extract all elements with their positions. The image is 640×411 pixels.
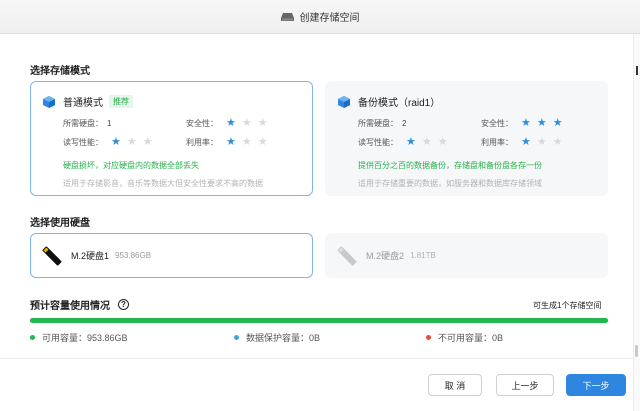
help-icon[interactable]: ? [118,299,129,310]
star-icon: ★ [226,117,236,129]
safety-label: 安全性： [186,119,218,128]
star-icon: ★ [421,136,432,148]
capacity-title: 预计容量使用情况 ? [30,297,129,312]
safety-rating: 安全性： ★ ★ ★ [186,118,274,129]
util-rating: 利用率： ★ ★ ★ [186,137,274,148]
required-disks-label: 所需硬盘： [358,119,398,128]
capacity-bar [30,318,608,323]
capacity-title-text: 预计容量使用情况 [30,301,110,312]
star-icon: ★ [406,136,416,148]
legend-dot [30,335,35,340]
star-icon: ★ [241,117,252,129]
mode-note: 适用于存储影音，音乐等数据大但安全性要求不高的数据 [63,179,263,188]
disk-option-1[interactable]: M.2硬盘1 953.86GB [30,233,313,278]
star-icon: ★ [536,136,547,148]
legend-dot [234,335,239,340]
disk-size: 953.86GB [115,251,152,260]
star-icon: ★ [257,117,268,129]
cube-icon [338,95,350,108]
drive-icon [280,12,294,22]
mode-title: 普通模式 [63,98,103,109]
rw-rating: 读写性能： ★ ★ ★ [358,137,454,148]
required-disks: 所需硬盘： 1 [63,118,111,129]
safety-rating: 安全性： ★ ★ ★ [481,118,569,129]
required-disks: 所需硬盘： 2 [358,118,406,129]
mode-card-normal[interactable]: 普通模式 推荐 所需硬盘： 1 安全性： ★ ★ ★ 读写性能： ★ ★ ★ 利用率： … [30,81,313,196]
star-icon: ★ [111,136,121,148]
util-label: 利用率： [186,138,218,147]
mode-note: 适用于存储重要的数据，如服务器和数据库存储领域 [358,179,542,188]
mode-highlight: 硬盘损坏，对应硬盘内的数据全部丢失 [63,161,199,170]
rw-stars: ★ ★ ★ [406,137,454,148]
util-rating: 利用率： ★ ★ ★ [481,137,569,148]
mode-title: 备份模式（raid1） [358,98,441,109]
ssd-icon [337,246,357,265]
disk-size: 1.81TB [410,251,436,260]
legend-available: 可用容量： 953.86GB [30,331,128,344]
disk-select-title: 选择使用硬盘 [30,218,90,229]
star-icon: ★ [521,117,531,129]
legend-label: 数据保护容量： [246,333,310,343]
legend-dot [426,335,431,340]
star-icon: ★ [142,136,153,148]
safety-label: 安全性： [481,119,513,128]
disk-name: M.2硬盘1 [71,251,110,261]
star-icon: ★ [552,136,563,148]
window-title: 创建存储空间 [299,13,360,24]
mode-highlight: 提供百分之百的数据备份，存储盘和备份盘各存一份 [358,161,542,170]
legend-value: 953.86GB [87,332,128,343]
star-icon: ★ [126,136,137,148]
disk-option-2[interactable]: M.2硬盘2 1.81TB [325,233,608,278]
util-label: 利用率： [481,138,513,147]
cancel-button[interactable]: 取 消 [428,374,482,396]
recommend-badge: 推荐 [109,95,133,108]
required-disks-label: 所需硬盘： [63,119,103,128]
rw-label: 读写性能： [63,138,103,147]
cube-icon [43,95,55,108]
star-icon: ★ [437,136,448,148]
prev-button[interactable]: 上一步 [496,374,554,396]
star-icon: ★ [257,136,268,148]
legend-unavailable: 不可用容量： 0B [426,331,503,344]
required-disks-value: 1 [107,119,112,128]
required-disks-value: 2 [402,119,407,128]
star-icon: ★ [536,117,547,129]
ssd-icon [42,246,62,265]
disk-name: M.2硬盘2 [366,251,405,261]
rw-stars: ★ ★ ★ [111,137,159,148]
safety-stars: ★ ★ ★ [521,118,569,129]
star-icon: ★ [552,117,563,129]
star-icon: ★ [241,136,252,148]
star-icon: ★ [226,136,236,148]
scrollbar-thumb[interactable] [635,345,638,357]
util-stars: ★ ★ ★ [226,137,274,148]
storage-mode-title: 选择存储模式 [30,66,90,77]
capacity-bar-fill [30,318,608,323]
legend-label: 不可用容量： [438,333,493,343]
window-titlebar: 创建存储空间 [0,0,640,34]
mode-card-backup[interactable]: 备份模式（raid1） 所需硬盘： 2 安全性： ★ ★ ★ 读写性能： ★ ★ ★ 利… [325,81,608,196]
legend-value: 0B [492,332,504,343]
next-button[interactable]: 下一步 [566,374,626,396]
dialog-footer: 取 消 上一步 下一步 [0,358,633,411]
safety-stars: ★ ★ ★ [226,118,274,129]
legend-protection: 数据保护容量： 0B [234,331,320,344]
rw-label: 读写性能： [358,138,398,147]
rw-rating: 读写性能： ★ ★ ★ [63,137,159,148]
space-count-note: 可生成1个存储空间 [533,301,602,310]
util-stars: ★ ★ ★ [521,137,569,148]
legend-value: 0B [309,332,321,343]
star-icon: ★ [521,136,531,148]
legend-label: 可用容量： [42,333,88,343]
scroll-indicator [636,66,638,75]
